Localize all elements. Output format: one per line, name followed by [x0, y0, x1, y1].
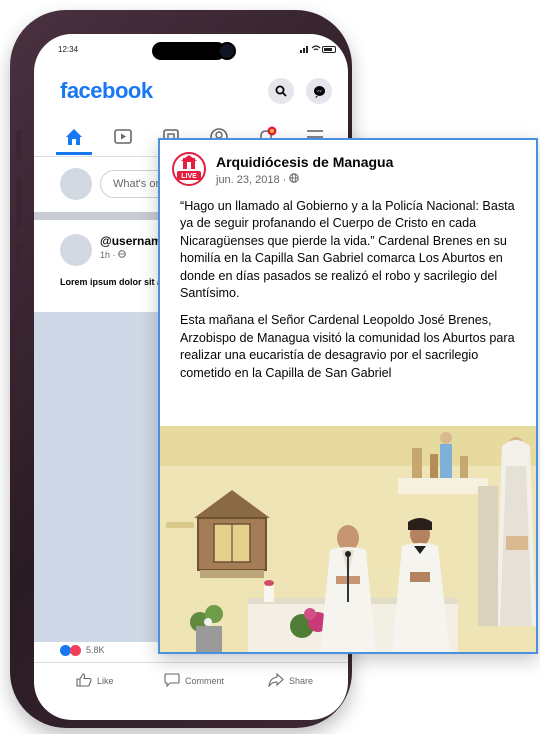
comment-label: Comment: [185, 676, 225, 686]
video-icon[interactable]: [110, 124, 136, 150]
globe-icon: [289, 173, 300, 186]
archdiocese-logo[interactable]: LIVE: [172, 152, 206, 186]
camera-icon: [218, 42, 236, 60]
globe-icon: [118, 250, 126, 260]
post-paragraph: “Hago un llamado al Gobierno y a la Poli…: [180, 199, 515, 301]
share-button[interactable]: Share: [268, 672, 314, 689]
post-photo[interactable]: [160, 426, 536, 652]
post-date: jun. 23, 2018 ·: [216, 173, 300, 186]
altar-scene-illustration: [160, 426, 536, 652]
comment-icon: [164, 673, 180, 689]
like-label: Like: [97, 676, 114, 686]
live-badge-text: LIVE: [181, 173, 197, 180]
post-paragraph: Esta mañana el Señor Cardenal Leopoldo J…: [180, 313, 515, 380]
like-icon: [76, 673, 92, 689]
post-actions: Like Comment Share: [34, 662, 348, 702]
home-icon[interactable]: [61, 124, 87, 150]
avatar[interactable]: [60, 234, 92, 266]
search-icon[interactable]: [268, 78, 294, 104]
post-body: “Hago un llamado al Gobierno y a la Poli…: [180, 198, 530, 392]
share-icon: [268, 672, 284, 689]
reaction-count[interactable]: 5.8K: [86, 645, 105, 655]
post-meta: 1h ·: [100, 250, 126, 260]
dynamic-island: [152, 42, 226, 60]
active-tab-indicator: [56, 152, 92, 155]
post-date-text[interactable]: jun. 23, 2018 ·: [216, 174, 289, 186]
phone-side-button: [16, 242, 22, 294]
messenger-icon[interactable]: [306, 78, 332, 104]
status-time: 12:34: [58, 45, 79, 54]
status-bar: 12:34: [34, 34, 348, 64]
avatar[interactable]: [60, 168, 92, 200]
love-reaction-icon: [70, 645, 81, 656]
facebook-logo: facebook: [60, 78, 153, 103]
signal-wifi-icon: [300, 45, 322, 55]
battery-icon: [322, 46, 336, 53]
phone-side-button: [16, 130, 22, 160]
like-button[interactable]: Like: [76, 673, 114, 689]
app-header: facebook: [34, 78, 348, 118]
phone-side-button: [16, 178, 22, 230]
comment-button[interactable]: Comment: [164, 673, 224, 689]
page-name[interactable]: Arquidiócesis de Managua: [216, 154, 393, 170]
post-time: 1h ·: [100, 250, 119, 260]
embedded-post-card: LIVE Arquidiócesis de Managua jun. 23, 2…: [158, 138, 538, 654]
share-label: Share: [289, 676, 314, 686]
